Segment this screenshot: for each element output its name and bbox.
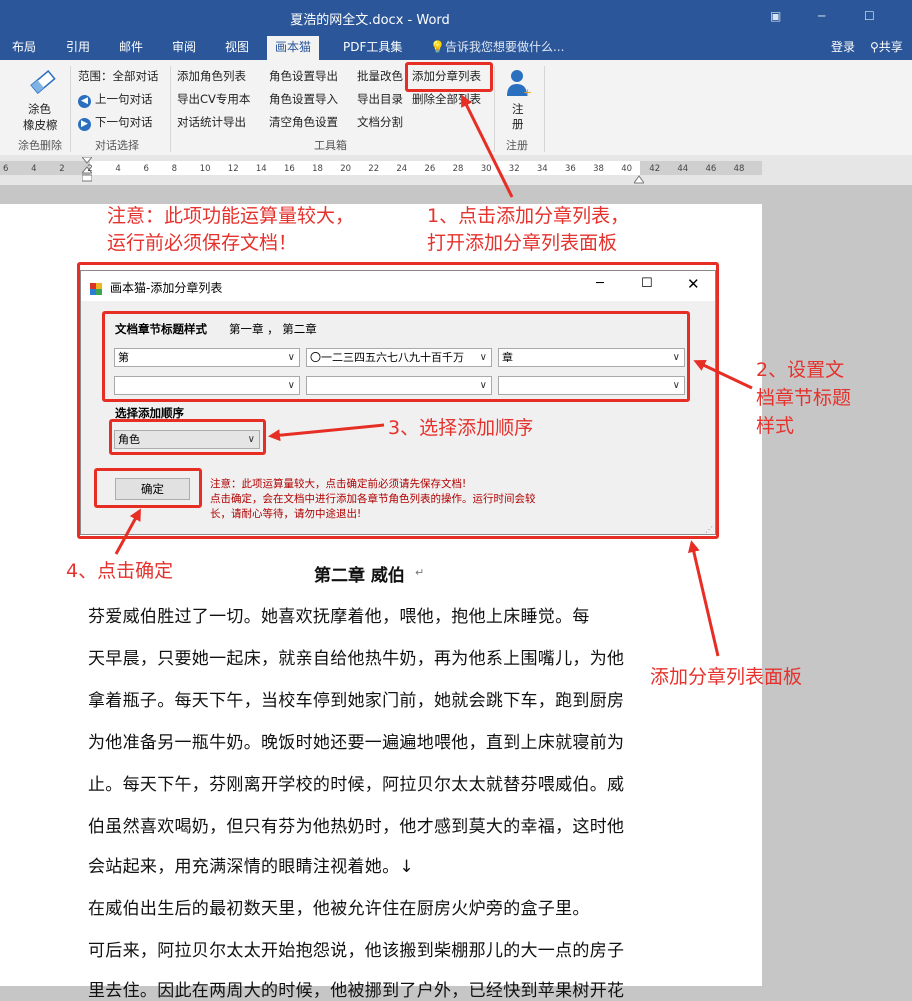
arrow-step3 xyxy=(268,423,385,442)
arrow-panel xyxy=(687,540,720,657)
arrow-step2 xyxy=(693,359,753,390)
arrow-step4 xyxy=(114,508,141,555)
arrow-step1 xyxy=(461,94,514,198)
annotation-arrows xyxy=(114,94,753,657)
